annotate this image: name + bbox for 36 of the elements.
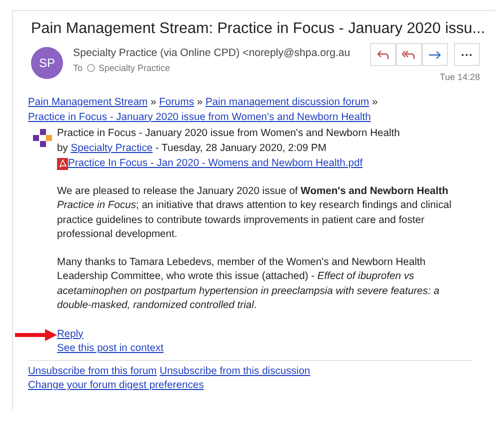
presence-icon [86, 64, 95, 72]
sender-address: Specialty Practice (via Online CPD) <noreply@shpa.org.au [73, 47, 352, 59]
footer-link[interactable]: Unsubscribe from this discussion [160, 366, 310, 376]
footer-link[interactable]: Unsubscribe from this forum [28, 366, 157, 376]
post-link[interactable]: See this post in context [57, 343, 164, 354]
breadcrumb-link[interactable]: Forums [159, 97, 194, 108]
by-label: by [57, 142, 69, 154]
sender-avatar: SP [31, 47, 63, 79]
reply-all-button[interactable] [396, 43, 422, 66]
post-link[interactable]: Reply [57, 328, 84, 340]
breadcrumb-separator: » [149, 97, 158, 108]
forward-button[interactable] [422, 43, 448, 66]
breadcrumb-separator: » [371, 97, 378, 108]
post-date: - Tuesday, 28 January 2020, 2:09 PM [154, 142, 326, 154]
breadcrumb-link[interactable]: Pain management discussion forum [205, 97, 370, 108]
attachment-link[interactable]: Practice In Focus - Jan 2020 - Womens and Newborn Health.pdf [68, 157, 363, 172]
breadcrumb-separator: » [196, 97, 204, 108]
author-link[interactable]: Specialty Practice [70, 142, 153, 154]
footer-link[interactable]: Change your forum digest preferences [28, 380, 204, 391]
post-title: Practice in Focus - January 2020 issue from Women's and Newborn Health [57, 127, 401, 141]
arrow-icon [428, 48, 442, 60]
forum-logo-icon [33, 129, 53, 148]
email-subject: Pain Management Stream: Practice in Focus - January 2020 issu... [31, 20, 486, 38]
breadcrumb-link[interactable]: Pain Management Stream [28, 97, 148, 108]
reply-all-icon [402, 48, 416, 60]
message-paragraph: We are pleased to release the January 2020 issue of Women's and Newborn Health Practice in Focus; an initiative that draws attention to key research findings and clinical practice guidelines to contribute towards improvements in patient care and foster professional development. [57, 184, 452, 242]
message-paragraph: Many thanks to Tamara Lebedevs, member of the Women's and Newborn Health Leadership Committee, who wrote this issue (attached) - Effect of ibuprofen vs acetaminophen on postpartum hypertension in preeclampsia with severe features: a double-masked, randomized controlled trial. [57, 256, 440, 313]
to-label: To [73, 63, 83, 73]
recipient-name: Specialty Practice [98, 63, 170, 73]
reply-icon [376, 48, 390, 60]
reply-button[interactable] [370, 43, 396, 66]
received-time: Tue 14:28 [440, 72, 480, 82]
pdf-icon [57, 158, 68, 170]
more-button[interactable]: ··· [454, 43, 480, 66]
breadcrumb-link[interactable]: Practice in Focus - January 2020 issue from Women's and Newborn Health [28, 112, 371, 122]
pointer-arrow [15, 328, 57, 340]
